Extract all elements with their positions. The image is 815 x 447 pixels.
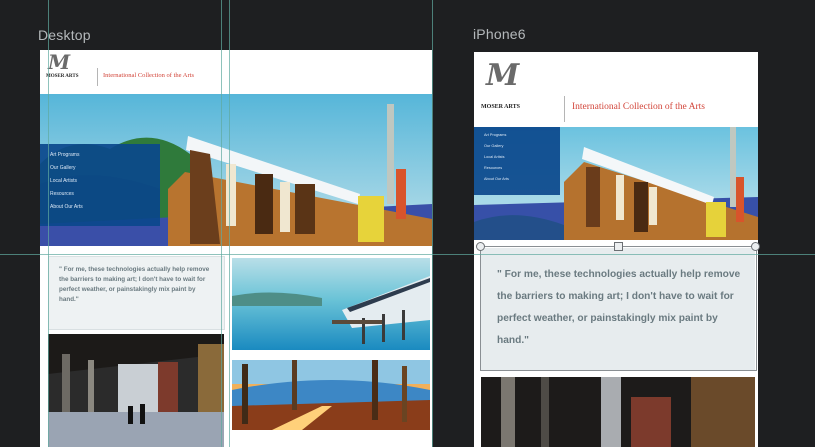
quote-panel: " For me, these technologies actually he… xyxy=(48,256,225,330)
mobile-site-header: M MOSER ARTS International Collection of… xyxy=(474,52,758,127)
vertical-guide-2[interactable] xyxy=(221,0,222,447)
vertical-guide-3[interactable] xyxy=(229,0,230,447)
site-tagline: International Collection of the Arts xyxy=(103,72,194,79)
nav-item-resources[interactable]: Resources xyxy=(50,191,152,204)
nav-item-art-programs[interactable]: Art Programs xyxy=(50,152,152,165)
iphone-frame-label[interactable]: iPhone6 xyxy=(473,26,526,42)
horizontal-guide[interactable] xyxy=(0,254,815,255)
quote-text: " For me, these technologies actually he… xyxy=(59,266,210,303)
resize-handle-top-left[interactable] xyxy=(476,242,485,251)
mobile-nav-item-about[interactable]: About Our Arts xyxy=(484,177,560,188)
site-logo-mark: M xyxy=(48,50,71,74)
forest-painting-image xyxy=(232,360,430,430)
header-divider xyxy=(97,68,98,86)
vertical-guide-1[interactable] xyxy=(48,0,49,447)
site-brand-name[interactable]: MOSER ARTS xyxy=(46,74,78,79)
nav-item-about[interactable]: About Our Arts xyxy=(50,204,152,217)
resize-handle-top-center[interactable] xyxy=(614,242,623,251)
gallery-interior-image xyxy=(48,334,224,447)
mobile-logo-mark: M xyxy=(486,58,520,93)
desktop-artboard[interactable]: M MOSER ARTS International Collection of… xyxy=(40,50,432,447)
site-header: M MOSER ARTS International Collection of… xyxy=(40,50,432,94)
nav-item-our-gallery[interactable]: Our Gallery xyxy=(50,165,152,178)
mobile-brand-name[interactable]: MOSER ARTS xyxy=(481,104,520,110)
mobile-header-divider xyxy=(564,96,565,122)
desktop-frame-label[interactable]: Desktop xyxy=(38,27,91,43)
mobile-nav-menu: Art Programs Our Gallery Local Artists R… xyxy=(474,127,560,195)
mobile-tagline: International Collection of the Arts xyxy=(572,102,705,112)
mobile-nav-item-resources[interactable]: Resources xyxy=(484,166,560,177)
lake-painting-image xyxy=(232,258,430,350)
mobile-nav-item-our-gallery[interactable]: Our Gallery xyxy=(484,144,560,155)
mobile-gallery-interior-image xyxy=(481,377,755,447)
site-nav-menu: Art Programs Our Gallery Local Artists R… xyxy=(40,144,160,226)
vertical-guide-4[interactable] xyxy=(432,0,433,447)
resize-handle-top-right[interactable] xyxy=(751,242,760,251)
nav-item-local-artists[interactable]: Local Artists xyxy=(50,178,152,191)
mobile-nav-item-local-artists[interactable]: Local Artists xyxy=(484,155,560,166)
selection-outline[interactable] xyxy=(480,246,757,371)
mobile-nav-item-art-programs[interactable]: Art Programs xyxy=(484,133,560,144)
